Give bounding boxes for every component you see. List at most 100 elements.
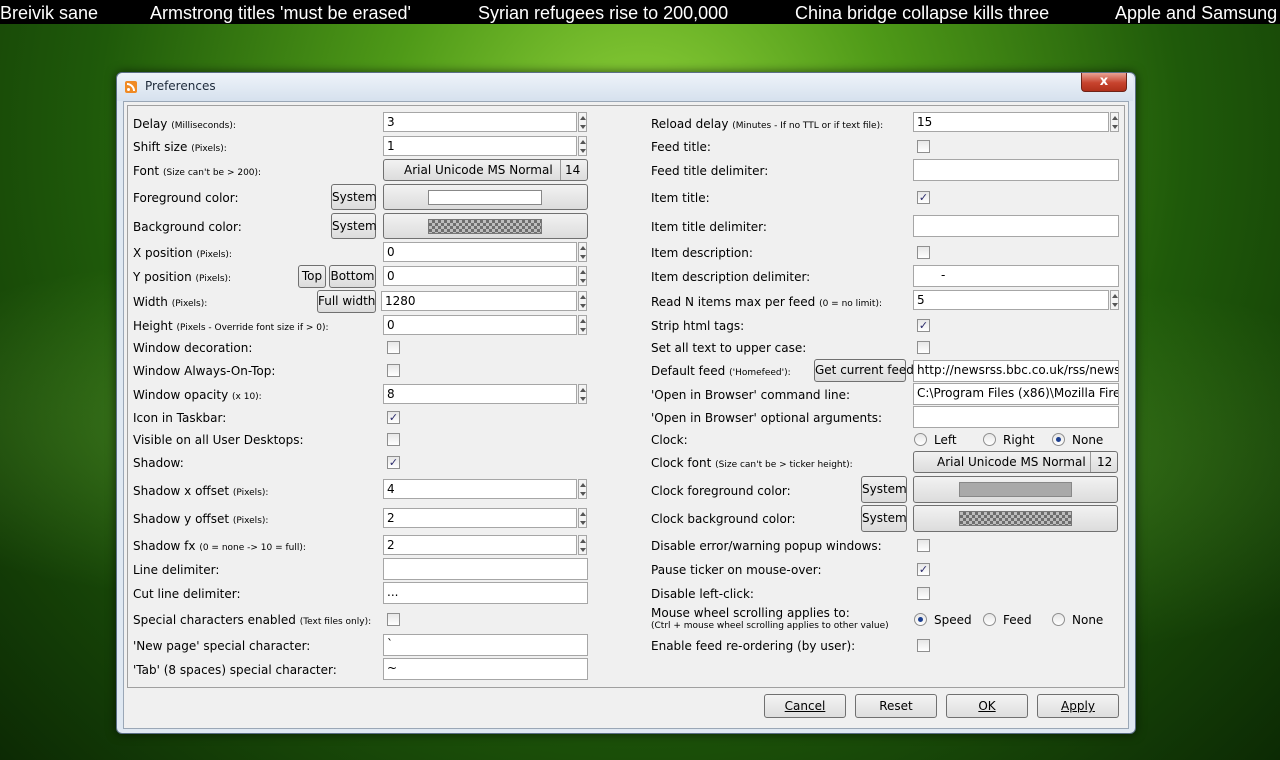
delay-spinner[interactable]	[578, 112, 587, 132]
feed-title-delimiter-input[interactable]	[913, 159, 1119, 181]
tab-char-input[interactable]: ~	[383, 658, 588, 680]
cut-line-delimiter-input[interactable]: ...	[383, 582, 588, 604]
item-description-label: Item description:	[651, 246, 753, 260]
top-button[interactable]: Top	[298, 265, 326, 288]
shadow-x-input[interactable]: 4	[383, 479, 577, 499]
item-description-checkbox[interactable]	[917, 246, 930, 259]
height-input[interactable]: 0	[383, 315, 577, 335]
news-ticker[interactable]: Breivik sane Armstrong titles 'must be e…	[0, 0, 1280, 24]
clock-font-label: Clock font (Size can't be > ticker heigh…	[651, 456, 853, 470]
feed-title-delimiter-label: Feed title delimiter:	[651, 164, 769, 178]
line-delimiter-input[interactable]	[383, 558, 588, 580]
clock-font-button[interactable]: Arial Unicode MS Normal 12	[913, 451, 1118, 473]
item-title-delimiter-input[interactable]	[913, 215, 1119, 237]
feed-title-checkbox[interactable]	[917, 140, 930, 153]
clock-none-label: None	[1072, 433, 1104, 447]
read-n-items-spinner[interactable]	[1110, 290, 1119, 310]
dialog-client: Delay (Milliseconds): 3 Shift size (Pixe…	[123, 101, 1129, 729]
y-position-input[interactable]: 0	[383, 266, 577, 286]
clock-fg-system-button[interactable]: System	[861, 476, 907, 503]
disable-left-click-checkbox[interactable]	[917, 587, 930, 600]
read-n-items-input[interactable]: 5	[913, 290, 1109, 310]
shadow-fx-label: Shadow fx (0 = none -> 10 = full):	[133, 539, 306, 553]
shift-size-spinner[interactable]	[578, 136, 587, 156]
new-page-char-input[interactable]: `	[383, 634, 588, 656]
ticker-item[interactable]: China bridge collapse kills three	[795, 0, 1049, 24]
close-button[interactable]: x	[1081, 73, 1127, 92]
browser-args-input[interactable]	[913, 406, 1119, 428]
reload-delay-input[interactable]: 15	[913, 112, 1109, 132]
background-color-label: Background color:	[133, 220, 242, 234]
shadow-fx-spinner[interactable]	[578, 535, 587, 555]
y-position-label: Y position (Pixels):	[133, 270, 232, 284]
wheel-none-radio[interactable]	[1052, 613, 1065, 626]
disable-left-click-label: Disable left-click:	[651, 587, 754, 601]
clock-bg-color-button[interactable]	[913, 505, 1118, 532]
x-position-spinner[interactable]	[578, 242, 587, 262]
shadow-checkbox[interactable]: ✓	[387, 456, 400, 469]
get-current-feed-button[interactable]: Get current feed	[814, 359, 914, 382]
wheel-none-label: None	[1072, 613, 1104, 627]
apply-button[interactable]: Apply	[1037, 694, 1119, 718]
ticker-item[interactable]: Breivik sane	[0, 0, 98, 24]
width-spinner[interactable]	[578, 291, 587, 311]
reload-delay-spinner[interactable]	[1110, 112, 1119, 132]
width-input[interactable]: 1280	[381, 291, 577, 311]
cancel-button[interactable]: Cancel	[764, 694, 846, 718]
reset-button[interactable]: Reset	[855, 694, 937, 718]
shadow-x-spinner[interactable]	[578, 479, 587, 499]
window-decoration-checkbox[interactable]	[387, 341, 400, 354]
wheel-feed-radio[interactable]	[983, 613, 996, 626]
clock-bg-system-button[interactable]: System	[861, 505, 907, 532]
reload-delay-label: Reload delay (Minutes - If no TTL or if …	[651, 117, 884, 131]
font-label: Font (Size can't be > 200):	[133, 164, 262, 178]
strip-html-checkbox[interactable]: ✓	[917, 319, 930, 332]
shadow-label: Shadow:	[133, 456, 184, 470]
x-position-label: X position (Pixels):	[133, 246, 232, 260]
ticker-item[interactable]: Syrian refugees rise to 200,000	[478, 0, 728, 24]
disable-popups-checkbox[interactable]	[917, 539, 930, 552]
foreground-system-button[interactable]: System	[331, 184, 377, 210]
special-chars-checkbox[interactable]	[387, 613, 400, 626]
feed-reorder-checkbox[interactable]	[917, 639, 930, 652]
delay-input[interactable]: 3	[383, 112, 577, 132]
ticker-item[interactable]: Armstrong titles 'must be erased'	[150, 0, 411, 24]
y-position-spinner[interactable]	[578, 266, 587, 286]
item-description-delimiter-input[interactable]: -	[913, 265, 1119, 287]
clock-fg-color-button[interactable]	[913, 476, 1118, 503]
default-feed-input[interactable]: http://newsrss.bbc.co.uk/rss/newsonli	[913, 360, 1119, 382]
window-opacity-input[interactable]: 8	[383, 384, 577, 404]
item-title-label: Item title:	[651, 191, 710, 205]
x-position-input[interactable]: 0	[383, 242, 577, 262]
shadow-y-input[interactable]: 2	[383, 508, 577, 528]
shadow-y-spinner[interactable]	[578, 508, 587, 528]
clock-left-radio[interactable]	[914, 433, 927, 446]
full-width-button[interactable]: Full width	[317, 290, 376, 313]
shift-size-input[interactable]: 1	[383, 136, 577, 156]
pause-on-hover-checkbox[interactable]: ✓	[917, 563, 930, 576]
browser-cmd-input[interactable]: C:\Program Files (x86)\Mozilla Firefox\	[913, 383, 1119, 405]
ticker-item[interactable]: Apple and Samsung	[1115, 0, 1277, 24]
font-button[interactable]: Arial Unicode MS Normal 14	[383, 159, 588, 181]
height-label: Height (Pixels - Override font size if >…	[133, 319, 329, 333]
delay-label: Delay (Milliseconds):	[133, 117, 236, 131]
mouse-wheel-hint: (Ctrl + mouse wheel scrolling applies to…	[651, 621, 889, 631]
clock-font-size: 12	[1097, 455, 1113, 469]
clock-none-radio[interactable]	[1052, 433, 1065, 446]
shadow-fx-input[interactable]: 2	[383, 535, 577, 555]
always-on-top-checkbox[interactable]	[387, 364, 400, 377]
visible-all-desktops-checkbox[interactable]	[387, 433, 400, 446]
ok-button[interactable]: OK	[946, 694, 1028, 718]
background-color-button[interactable]	[383, 213, 588, 239]
foreground-color-button[interactable]	[383, 184, 588, 210]
wheel-speed-radio[interactable]	[914, 613, 927, 626]
title-bar[interactable]: Preferences x	[117, 73, 1133, 101]
icon-in-taskbar-checkbox[interactable]: ✓	[387, 411, 400, 424]
upper-case-checkbox[interactable]	[917, 341, 930, 354]
clock-right-radio[interactable]	[983, 433, 996, 446]
bottom-button[interactable]: Bottom	[329, 265, 376, 288]
height-spinner[interactable]	[578, 315, 587, 335]
background-system-button[interactable]: System	[331, 213, 377, 239]
window-opacity-spinner[interactable]	[578, 384, 587, 404]
item-title-checkbox[interactable]: ✓	[917, 191, 930, 204]
